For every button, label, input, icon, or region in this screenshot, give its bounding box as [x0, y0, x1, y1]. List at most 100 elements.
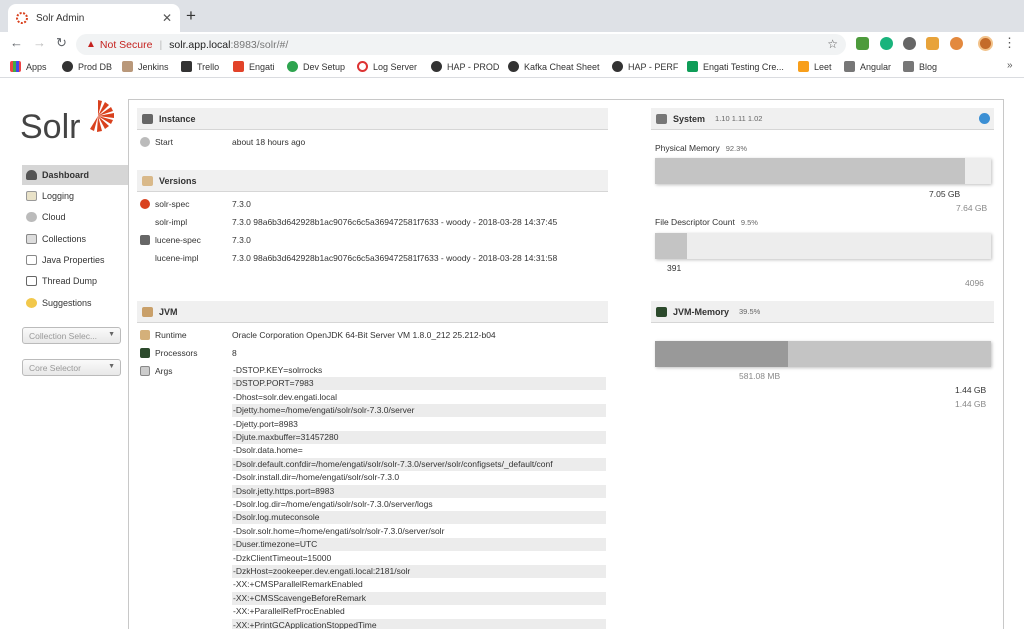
- gitlab-icon: [233, 61, 244, 72]
- back-icon[interactable]: ←: [10, 35, 23, 50]
- profile-avatar[interactable]: [978, 36, 993, 51]
- bookmark-label: Blog: [919, 61, 938, 72]
- tab-strip: Solr Admin ✕ +: [0, 0, 1024, 32]
- jvm-arg-item: -Djetty.home=/home/engati/solr/solr-7.3.…: [232, 404, 606, 418]
- logging-icon: [26, 191, 37, 201]
- jvm-memory-percent: 39.5%: [739, 307, 761, 316]
- collections-icon: [26, 234, 37, 244]
- jvm-arg-item: -Dsolr.solr.home=/home/engati/solr/solr-…: [233, 525, 445, 536]
- extension-lock-icon[interactable]: [950, 37, 963, 50]
- bookmark-kafka[interactable]: Kafka Cheat Sheet: [508, 61, 600, 72]
- version-row: solr-spec 7.3.0: [140, 197, 606, 211]
- jvm-arg-item: -XX:+ParallelRefProcEnabled: [233, 606, 345, 617]
- jvm-arg-item: -Dsolr.install.dir=/home/engati/solr/sol…: [233, 472, 400, 483]
- system-header: System 1.10 1.11 1.02: [651, 108, 994, 130]
- sidebar-item-logging[interactable]: Logging: [22, 186, 128, 206]
- sidebar-item-java-properties[interactable]: Java Properties: [22, 250, 128, 270]
- sidebar-item-dashboard[interactable]: Dashboard: [22, 165, 128, 185]
- extension-grammarly-icon[interactable]: [880, 37, 893, 50]
- forward-icon[interactable]: →: [33, 35, 46, 50]
- sidebar-item-label: Logging: [42, 191, 75, 201]
- bookmark-hap-perf[interactable]: HAP - PERF: [612, 61, 678, 72]
- sidebar-item-thread-dump[interactable]: Thread Dump: [22, 271, 128, 291]
- version-value: 7.3.0: [232, 235, 251, 245]
- sidebar-item-cloud[interactable]: Cloud: [22, 207, 128, 227]
- jvm-arg-item: -Dsolr.log.dir=/home/engati/solr/solr-7.…: [233, 499, 433, 509]
- bookmark-label: Angular: [860, 61, 892, 72]
- bookmarks-bar: Apps Prod DB Jenkins Trello Engati Dev S…: [0, 56, 1024, 78]
- extension-green-icon[interactable]: [856, 37, 869, 50]
- bookmark-angular[interactable]: Angular: [844, 61, 891, 72]
- collection-selector[interactable]: Collection Selec... ▼: [22, 327, 121, 344]
- bookmarks-overflow-icon[interactable]: »: [1007, 60, 1013, 71]
- folder-icon: [903, 61, 914, 72]
- instance-start-row: Start about 18 hours ago: [140, 135, 606, 149]
- logo-text: Solr: [20, 108, 81, 146]
- sidebar-item-label: Cloud: [42, 212, 66, 222]
- core-selector[interactable]: Core Selector ▼: [22, 359, 121, 376]
- refresh-icon[interactable]: [979, 113, 990, 124]
- physical-memory-used: 7.05 GB: [929, 189, 961, 199]
- processor-icon: [140, 348, 150, 358]
- bookmark-label: Apps: [26, 61, 47, 72]
- bookmark-blog[interactable]: Blog: [903, 61, 937, 72]
- extension-orange-icon[interactable]: [926, 37, 939, 50]
- blank-icon: [140, 217, 150, 227]
- bookmark-engati-testing[interactable]: Engati Testing Cre...: [687, 61, 784, 72]
- bookmark-apps[interactable]: Apps: [10, 61, 47, 72]
- globe-icon: [62, 61, 73, 72]
- sidebar-item-label: Collections: [42, 234, 87, 244]
- globe-icon: [508, 61, 519, 72]
- bookmark-hap-prod[interactable]: HAP - PROD: [431, 61, 499, 72]
- java-properties-icon: [26, 255, 37, 265]
- sheets-icon: [687, 61, 698, 72]
- jvm-processors-row: Processors 8: [140, 346, 606, 360]
- processors-value: 8: [232, 348, 237, 358]
- version-label: lucene-spec: [155, 235, 201, 245]
- bookmark-star-icon[interactable]: ☆: [827, 37, 838, 51]
- file-descriptor-label: File Descriptor Count 9.5%: [655, 217, 758, 227]
- jvm-arg-item: -XX:+PrintGCApplicationStoppedTime: [232, 618, 606, 629]
- browser-menu-icon[interactable]: ⋮: [1003, 35, 1016, 51]
- url-path: :8983/solr/#/: [230, 38, 289, 51]
- bookmark-leet[interactable]: Leet: [798, 61, 832, 72]
- system-load: 1.10 1.11 1.02: [715, 114, 763, 123]
- instance-header: Instance: [137, 108, 608, 130]
- physical-memory-bar: [655, 158, 991, 184]
- tab-solr-admin[interactable]: Solr Admin ✕: [8, 4, 180, 32]
- close-tab-icon[interactable]: ✕: [162, 11, 172, 25]
- sidebar-item-suggestions[interactable]: Suggestions: [22, 293, 128, 313]
- solr-logo[interactable]: Solr: [20, 98, 116, 150]
- jvm-memory-committed: 1.44 GB: [955, 385, 987, 395]
- sidebar-item-collections[interactable]: Collections: [22, 229, 128, 249]
- bookmark-dev-setup[interactable]: Dev Setup: [287, 61, 345, 72]
- jvm-arg-item: -Dhost=solr.dev.engati.local: [233, 391, 338, 402]
- extension-circle-icon[interactable]: [903, 37, 916, 50]
- reload-icon[interactable]: ↻: [56, 35, 67, 51]
- clock-icon: [140, 137, 150, 147]
- new-tab-icon[interactable]: +: [186, 6, 196, 26]
- jvm-memory-max: 1.44 GB: [955, 399, 987, 409]
- bookmark-label: Log Server: [373, 61, 418, 72]
- bookmark-engati[interactable]: Engati: [233, 61, 275, 72]
- version-value: 7.3.0 98a6b3d642928b1ac9076c6c5a36947258…: [232, 253, 558, 263]
- bookmark-prod-db[interactable]: Prod DB: [62, 61, 112, 72]
- jvm-arg-item: -DSTOP.KEY=solrrocks: [233, 365, 323, 375]
- bookmark-log-server[interactable]: Log Server: [357, 61, 417, 72]
- jvm-header: JVM: [137, 301, 608, 323]
- file-descriptor-used: 391: [667, 263, 682, 273]
- sidebar-item-label: Thread Dump: [42, 276, 98, 286]
- file-descriptor-bar-fill: [655, 233, 687, 259]
- bookmark-jenkins[interactable]: Jenkins: [122, 61, 169, 72]
- address-bar[interactable]: ▲ Not Secure | solr.app.local:8983/solr/…: [76, 34, 846, 55]
- omnibox-separator: |: [159, 38, 163, 51]
- thread-dump-icon: [26, 276, 37, 286]
- bookmark-trello[interactable]: Trello: [181, 61, 219, 72]
- bookmark-label: HAP - PROD: [447, 61, 500, 72]
- version-row: lucene-impl 7.3.0 98a6b3d642928b1ac9076c…: [140, 251, 606, 265]
- version-row: lucene-spec 7.3.0: [140, 233, 606, 247]
- jvm-arg-item: -Dsolr.data.home=: [233, 445, 303, 456]
- core-selector-label: Core Selector: [29, 362, 81, 373]
- browser-toolbar: ← → ↻ ▲ Not Secure | solr.app.local:8983…: [0, 32, 1024, 55]
- folder-icon: [844, 61, 855, 72]
